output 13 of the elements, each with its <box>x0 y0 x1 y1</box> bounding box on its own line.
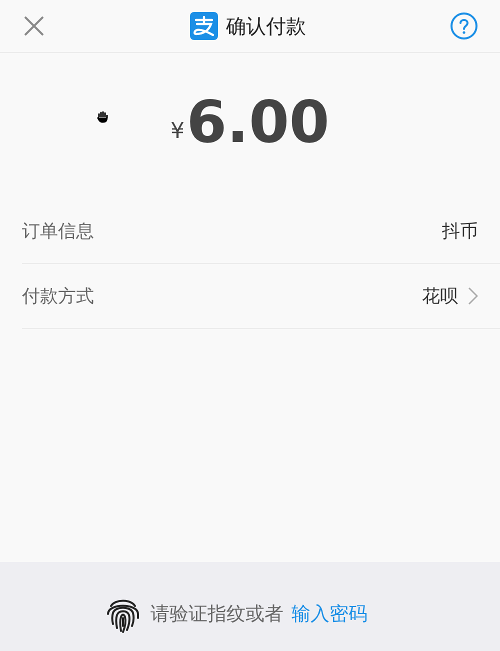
row-label: 订单信息 <box>22 220 94 243</box>
payment-logo-icon <box>190 12 218 40</box>
row-value: 抖币 <box>442 220 478 243</box>
dialog-title: 确认付款 <box>226 12 306 40</box>
currency-symbol: ¥ <box>170 118 184 144</box>
close-icon[interactable] <box>22 14 46 38</box>
payment-amount: 6.00 <box>186 88 330 156</box>
verify-prompt: 请验证指纹或者 <box>150 602 284 626</box>
help-icon[interactable] <box>450 12 478 40</box>
chevron-right-icon[interactable] <box>468 287 478 305</box>
row-label: 付款方式 <box>22 285 94 308</box>
payment-method[interactable]: 花呗 <box>422 284 458 308</box>
hand-cursor-icon <box>97 111 109 123</box>
